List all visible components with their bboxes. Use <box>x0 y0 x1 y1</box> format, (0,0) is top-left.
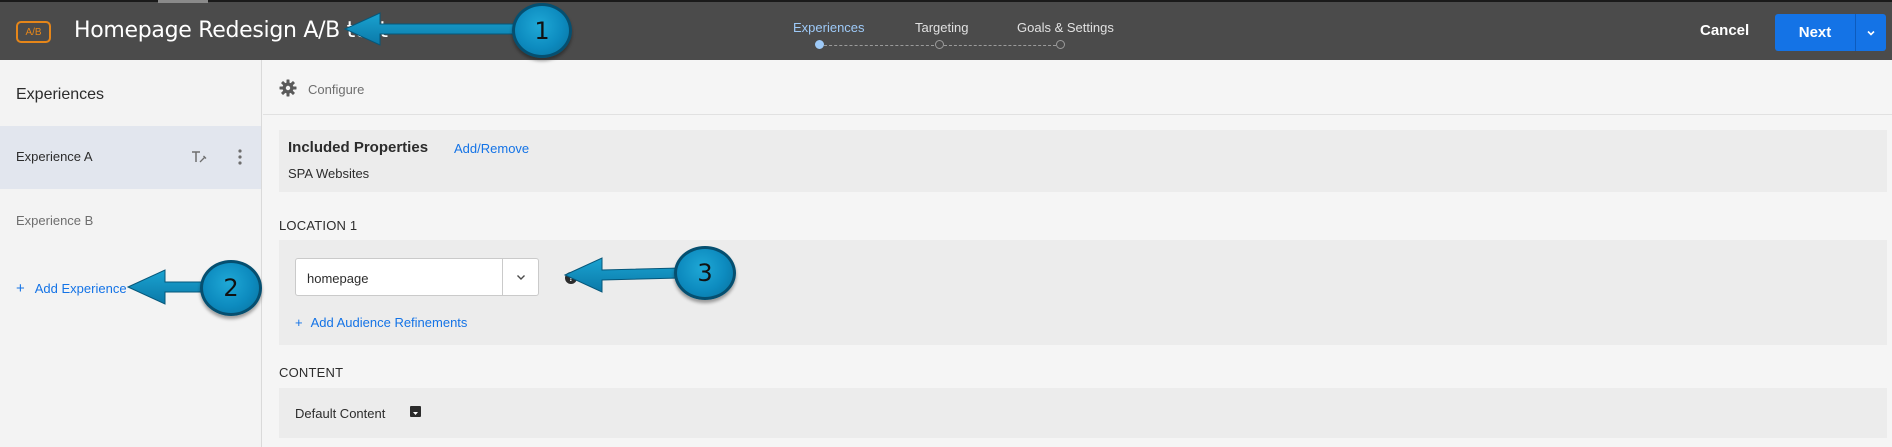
included-properties-value: SPA Websites <box>288 166 370 181</box>
annotation-callout-3: 3 <box>674 246 736 300</box>
help-icon[interactable]: ? <box>565 272 577 284</box>
location-select[interactable]: homepage <box>295 258 539 296</box>
location-panel: homepage ? + Add Audience Refinements <box>279 240 1887 345</box>
experiences-sidebar: Experiences Experience A Experience B + … <box>0 60 262 447</box>
more-options-icon[interactable] <box>233 148 247 166</box>
add-remove-link[interactable]: Add/Remove <box>454 141 529 156</box>
plus-icon: + <box>295 315 303 330</box>
gear-icon[interactable] <box>279 79 297 97</box>
plus-icon: + <box>16 280 25 297</box>
step-experiences[interactable]: Experiences <box>793 20 865 35</box>
included-properties-title: Included Properties <box>288 139 429 156</box>
add-audience-refinements-label: Add Audience Refinements <box>310 315 468 330</box>
workflow-steps: Experiences Targeting Goals & Settings <box>760 2 1120 62</box>
step-connector <box>944 45 1056 46</box>
content-panel: Default Content <box>279 388 1887 438</box>
rename-icon[interactable] <box>191 149 207 165</box>
experience-label: Experience A <box>16 149 93 164</box>
annotation-callout-1: 1 <box>512 3 572 58</box>
step-dot-targeting <box>935 40 944 49</box>
select-divider <box>502 259 503 295</box>
top-bar: A/B Homepage Redesign A/B test Experienc… <box>0 0 1892 60</box>
configure-label[interactable]: Configure <box>308 82 364 97</box>
location-heading: LOCATION 1 <box>279 218 358 233</box>
dropdown-icon[interactable] <box>410 406 421 417</box>
default-content-label: Default Content <box>295 406 386 421</box>
chevron-down-icon <box>1867 30 1875 36</box>
experience-item-a[interactable]: Experience A <box>0 126 261 189</box>
activity-title[interactable]: Homepage Redesign A/B test <box>74 18 388 43</box>
sidebar-title: Experiences <box>16 86 105 103</box>
experience-item-b[interactable]: Experience B <box>0 190 261 253</box>
included-properties-panel: Included Properties Add/Remove SPA Websi… <box>279 130 1887 192</box>
location-select-value: homepage <box>307 271 369 286</box>
content-heading: CONTENT <box>279 365 344 380</box>
main-panel: Configure Included Properties Add/Remove… <box>263 60 1892 447</box>
annotation-callout-2: 2 <box>200 260 262 316</box>
configure-bar: Configure <box>263 60 1892 115</box>
tab-indicator <box>158 0 208 3</box>
add-audience-refinements-button[interactable]: + Add Audience Refinements <box>295 315 467 330</box>
experience-label: Experience B <box>16 213 94 228</box>
step-targeting[interactable]: Targeting <box>915 20 968 35</box>
next-options-button[interactable] <box>1855 14 1886 51</box>
step-connector <box>824 45 934 46</box>
next-button[interactable]: Next <box>1775 14 1855 51</box>
step-dot-goals <box>1056 40 1065 49</box>
cancel-button[interactable]: Cancel <box>1700 22 1749 39</box>
step-goals-settings[interactable]: Goals & Settings <box>1017 20 1114 35</box>
ab-activity-badge: A/B <box>16 21 51 43</box>
add-experience-button[interactable]: + Add Experience <box>16 280 127 297</box>
add-experience-label: Add Experience <box>34 281 127 296</box>
chevron-down-icon[interactable] <box>514 270 528 284</box>
step-dot-experiences <box>815 40 824 49</box>
